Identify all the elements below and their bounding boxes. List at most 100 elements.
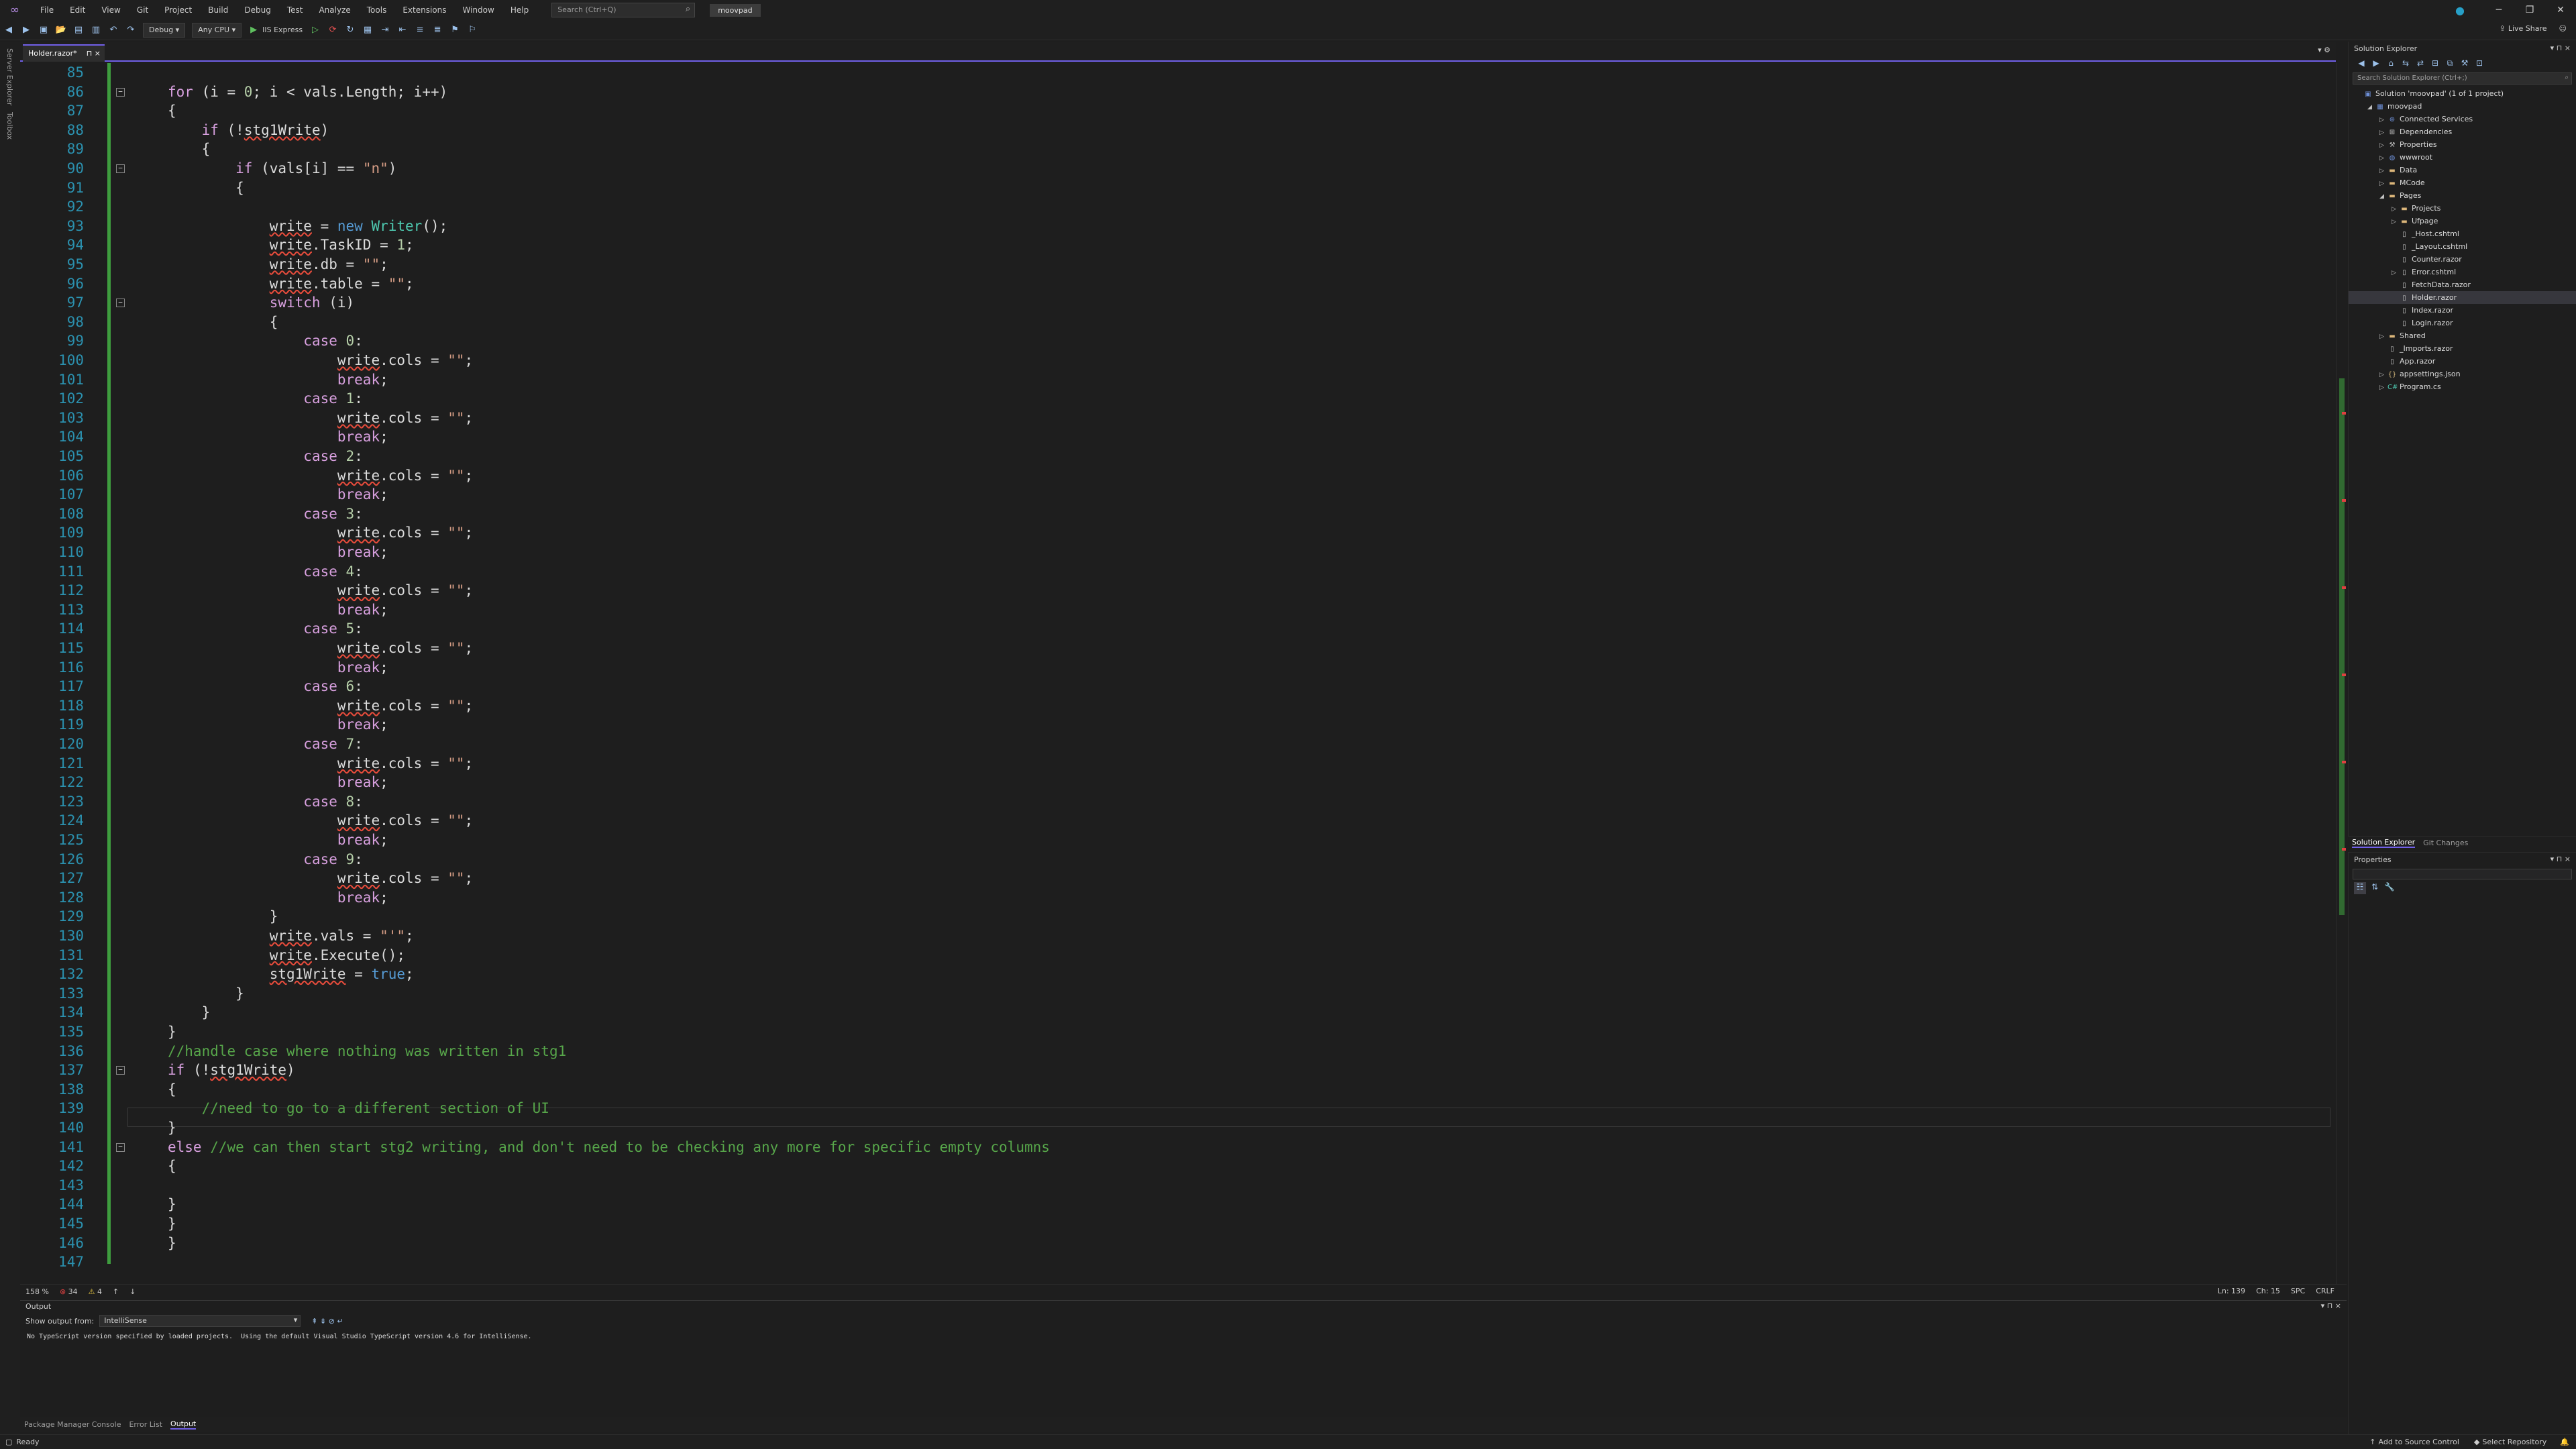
code-line[interactable]: { [168, 313, 278, 332]
platform-select[interactable]: Any CPU ▾ [192, 22, 242, 38]
tree-item[interactable]: ▷ ⊞ Dependencies [2349, 125, 2576, 138]
feedback-icon[interactable]: ☺ [2559, 24, 2567, 33]
tree-item[interactable]: ▯ Holder.razor [2349, 291, 2576, 304]
code-line[interactable]: write.cols = ""; [168, 696, 473, 716]
tree-item[interactable]: ▷ ⚒ Properties [2349, 138, 2576, 151]
code-line[interactable]: break; [168, 658, 388, 678]
tree-item[interactable]: ▷ ▬ Projects [2349, 202, 2576, 215]
tree-item[interactable]: ▷{} appsettings.json [2349, 368, 2576, 380]
preview-icon[interactable]: ⊡ [2474, 58, 2485, 68]
code-line[interactable]: { [168, 140, 211, 159]
property-pages-icon[interactable]: 🔧 [2383, 882, 2396, 894]
back-icon[interactable]: ◀ [2, 23, 15, 37]
menu-project[interactable]: Project [164, 5, 192, 15]
pane-controls-icon[interactable]: ▾ ⊓ × [2551, 855, 2571, 863]
code-line[interactable]: } [168, 1214, 176, 1234]
code-line[interactable]: case 8: [168, 792, 363, 812]
menu-build[interactable]: Build [208, 5, 228, 15]
tab-close-icon[interactable]: ⊓ × [87, 49, 101, 58]
tree-item[interactable]: ▷ ▬ Ufpage [2349, 215, 2576, 227]
menu-tools[interactable]: Tools [367, 5, 387, 15]
code-line[interactable]: for (i = 0; i < vals.Length; i++) [168, 83, 447, 102]
live-share-icon[interactable]: ⇪ [2500, 24, 2506, 33]
code-line[interactable]: } [168, 1022, 176, 1042]
expand-arrow-icon[interactable]: ▷ [2379, 382, 2387, 394]
code-line[interactable]: case 2: [168, 447, 363, 466]
solution-search-input[interactable]: Search Solution Explorer (Ctrl+;) ⌕ [2353, 72, 2572, 85]
line-indicator[interactable]: Ln: 139 [2218, 1287, 2245, 1295]
code-line[interactable]: break; [168, 370, 388, 390]
tree-item[interactable]: ▷ ▬ Data [2349, 164, 2576, 176]
global-search-input[interactable]: Search (Ctrl+Q) ⌕ [551, 3, 696, 17]
code-line[interactable]: if (!stg1Write) [168, 121, 329, 140]
code-line[interactable]: { [168, 1080, 176, 1099]
code-line[interactable]: break; [168, 600, 388, 620]
code-line[interactable]: write.cols = ""; [168, 639, 473, 658]
properties-object-select[interactable] [2353, 869, 2572, 879]
toolbox-tab[interactable]: Toolbox [5, 112, 14, 140]
tree-item[interactable]: ▷ ⊕ Connected Services [2349, 113, 2576, 125]
code-line[interactable]: { [168, 1157, 176, 1176]
tab-solution-explorer[interactable]: Solution Explorer [2352, 838, 2416, 848]
tab-package-manager-console[interactable]: Package Manager Console [24, 1420, 121, 1429]
select-repository[interactable]: Select Repository [2482, 1438, 2546, 1446]
code-line[interactable]: break; [168, 715, 388, 735]
zoom-level[interactable]: 158 % [25, 1287, 49, 1296]
tree-item[interactable]: ◢ ▦ moovpad [2349, 100, 2576, 113]
configuration-select[interactable]: Debug ▾ [143, 22, 186, 38]
tree-item[interactable]: ▯ _Imports.razor [2349, 342, 2576, 355]
start-without-debugging-icon[interactable]: ▷ [309, 23, 322, 37]
code-line[interactable]: write.cols = ""; [168, 581, 473, 600]
fold-toggle-icon[interactable]: − [116, 1066, 125, 1075]
whitespace-indicator[interactable]: SPC [2291, 1287, 2305, 1295]
forward-icon[interactable]: ▶ [2371, 58, 2381, 68]
warning-count[interactable]: ⚠ 4 [89, 1287, 102, 1296]
code-line[interactable]: { [168, 101, 176, 121]
code-line[interactable]: write.TaskID = 1; [168, 235, 414, 255]
fold-toggle-icon[interactable]: − [116, 87, 125, 97]
tree-item[interactable]: ▣ Solution 'moovpad' (1 of 1 project) [2349, 87, 2576, 100]
tree-item[interactable]: ◢ ▬ Pages [2349, 189, 2576, 202]
menu-help[interactable]: Help [511, 5, 529, 15]
uncomment-icon[interactable]: ≣ [431, 23, 444, 37]
home-icon[interactable]: ⌂ [2385, 58, 2396, 68]
menu-git[interactable]: Git [137, 5, 148, 15]
nav-up-icon[interactable]: ↑ [113, 1287, 119, 1296]
restore-icon[interactable]: ❐ [2514, 5, 2545, 15]
save-icon[interactable]: ▤ [72, 23, 85, 37]
code-line[interactable]: write.table = ""; [168, 274, 414, 294]
code-line[interactable]: if (!stg1Write) [168, 1061, 295, 1080]
code-line[interactable]: write.cols = ""; [168, 811, 473, 830]
code-area[interactable]: 85 86 for (i = 0; i < vals.Length; i++) − 87… [20, 63, 2336, 1284]
scrollbar-thumb[interactable] [2339, 378, 2345, 915]
code-line[interactable]: case 1: [168, 389, 363, 409]
tree-item[interactable]: ▯ Login.razor [2349, 317, 2576, 329]
code-line[interactable]: } [168, 1195, 176, 1214]
tree-item[interactable]: ▯ _Host.cshtml [2349, 227, 2576, 240]
tree-item[interactable]: ▯ Counter.razor [2349, 253, 2576, 266]
tree-item[interactable]: ▷ ▯ Error.cshtml [2349, 266, 2576, 278]
code-line[interactable]: break; [168, 427, 388, 447]
minimize-icon[interactable]: ─ [2483, 5, 2514, 15]
code-line[interactable]: } [168, 1234, 176, 1253]
new-project-icon[interactable]: ▣ [37, 23, 50, 37]
bookmark-icon[interactable]: ⚑ [448, 23, 462, 37]
redo-icon[interactable]: ↷ [124, 23, 138, 37]
code-editor[interactable]: 85 86 for (i = 0; i < vals.Length; i++) − 87… [20, 63, 2336, 1284]
code-line[interactable]: else //we can then start stg2 writing, a… [168, 1138, 1050, 1157]
tree-item[interactable]: ▷ ◍ wwwroot [2349, 151, 2576, 164]
code-line[interactable]: write.cols = ""; [168, 523, 473, 543]
account-avatar-icon[interactable]: ● [2455, 4, 2465, 17]
fold-toggle-icon[interactable]: − [116, 1142, 125, 1152]
categorized-icon[interactable]: ☷ [2354, 882, 2366, 894]
indent-icon[interactable]: ⇤ [396, 23, 409, 37]
tab-holder-razor[interactable]: Holder.razor* ⊓ × [23, 44, 105, 62]
code-line[interactable]: } [168, 984, 244, 1004]
show-all-files-icon[interactable]: ⧉ [2445, 58, 2455, 68]
code-line[interactable]: { [168, 178, 244, 198]
menu-extensions[interactable]: Extensions [402, 5, 446, 15]
code-line[interactable]: write.Execute(); [168, 946, 405, 965]
collapse-all-icon[interactable]: ⊟ [2430, 58, 2440, 68]
add-to-source-control[interactable]: Add to Source Control [2379, 1438, 2459, 1446]
code-line[interactable]: stg1Write = true; [168, 965, 414, 984]
